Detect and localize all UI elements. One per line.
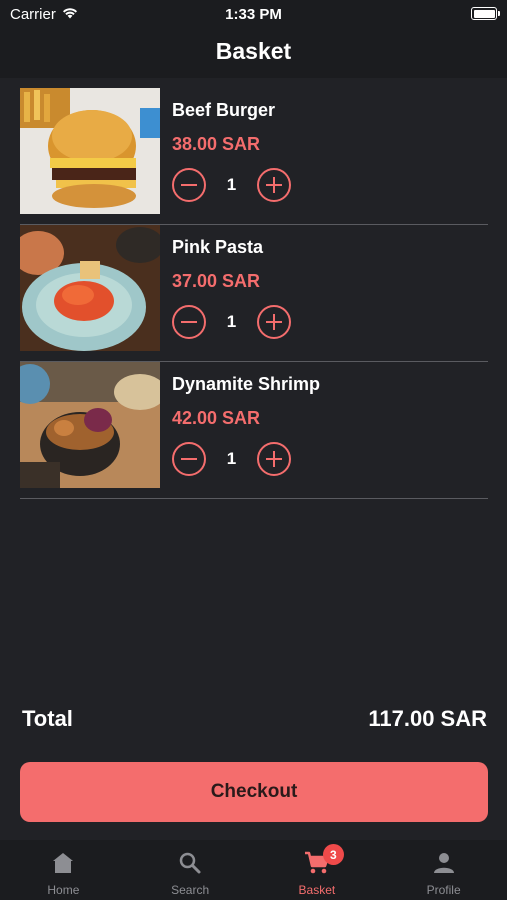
status-time: 1:33 PM bbox=[225, 6, 282, 23]
basket-item: Dynamite Shrimp 42.00 SAR 1 bbox=[20, 362, 488, 499]
basket-item: Beef Burger 38.00 SAR 1 bbox=[20, 88, 488, 225]
battery-icon bbox=[471, 7, 500, 20]
total-label: Total bbox=[22, 706, 73, 731]
item-name: Pink Pasta bbox=[172, 237, 264, 257]
person-icon bbox=[432, 851, 456, 878]
increase-quantity-button[interactable] bbox=[257, 168, 291, 202]
tab-profile[interactable]: Profile bbox=[380, 840, 507, 900]
checkout-button[interactable]: Checkout bbox=[20, 762, 488, 822]
page-title: Basket bbox=[215, 37, 292, 64]
item-price: 42.00 SAR bbox=[172, 408, 261, 428]
quantity-stepper: 1 bbox=[172, 168, 291, 202]
status-bar: Carrier 1:33 PM bbox=[0, 0, 507, 28]
increase-quantity-button[interactable] bbox=[257, 305, 291, 339]
tab-home[interactable]: Home bbox=[0, 840, 127, 900]
tab-label: Basket bbox=[298, 883, 336, 897]
item-name: Beef Burger bbox=[172, 100, 276, 120]
home-icon bbox=[51, 851, 75, 878]
item-image-pink-pasta bbox=[20, 225, 160, 351]
total-value: 117.00 SAR bbox=[368, 706, 487, 731]
increase-quantity-button[interactable] bbox=[257, 442, 291, 476]
item-price: 38.00 SAR bbox=[172, 134, 261, 154]
decrease-quantity-button[interactable] bbox=[172, 168, 206, 202]
item-name: Dynamite Shrimp bbox=[172, 374, 321, 394]
tab-bar: Home Search 3 Basket Profile bbox=[0, 840, 507, 900]
cart-count-badge: 3 bbox=[322, 844, 344, 865]
tab-basket[interactable]: 3 Basket bbox=[254, 840, 381, 900]
total-row: Total 117.00 SAR bbox=[22, 706, 487, 732]
tab-label: Home bbox=[47, 883, 80, 897]
basket-item: Pink Pasta 37.00 SAR 1 bbox=[20, 225, 488, 362]
tab-search[interactable]: Search bbox=[127, 840, 254, 900]
search-icon bbox=[178, 851, 202, 878]
decrease-quantity-button[interactable] bbox=[172, 442, 206, 476]
tab-label: Search bbox=[171, 883, 210, 897]
quantity-value: 1 bbox=[226, 312, 237, 331]
item-price: 37.00 SAR bbox=[172, 271, 261, 291]
quantity-value: 1 bbox=[226, 175, 237, 194]
quantity-value: 1 bbox=[226, 449, 237, 468]
basket-list: Beef Burger 38.00 SAR 1 Pink Pasta 37.00… bbox=[20, 88, 488, 499]
tab-label: Profile bbox=[426, 883, 461, 897]
quantity-stepper: 1 bbox=[172, 442, 291, 476]
item-image-dynamite-shrimp bbox=[20, 362, 160, 488]
navigation-bar: Basket bbox=[0, 28, 507, 78]
decrease-quantity-button[interactable] bbox=[172, 305, 206, 339]
quantity-stepper: 1 bbox=[172, 305, 291, 339]
item-image-beef-burger bbox=[20, 88, 160, 214]
